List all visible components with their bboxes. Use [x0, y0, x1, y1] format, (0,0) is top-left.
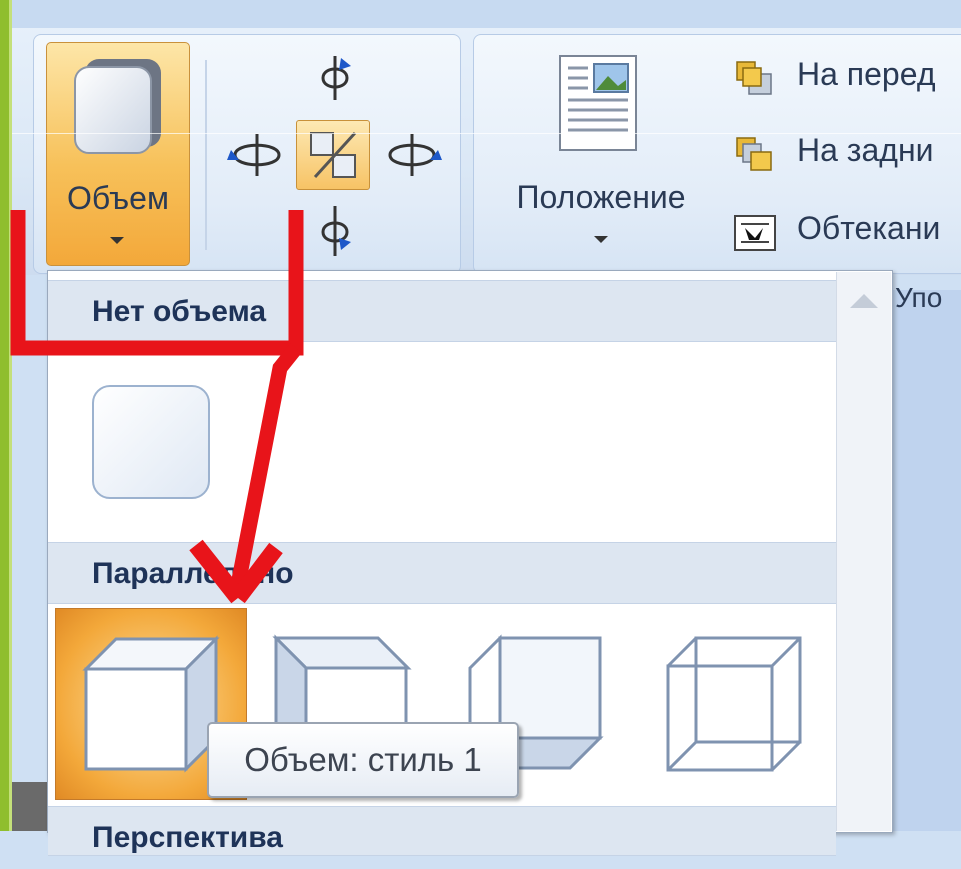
- tooltip: Объем: стиль 1: [207, 722, 519, 798]
- red-annotation-arrow: [10, 210, 304, 604]
